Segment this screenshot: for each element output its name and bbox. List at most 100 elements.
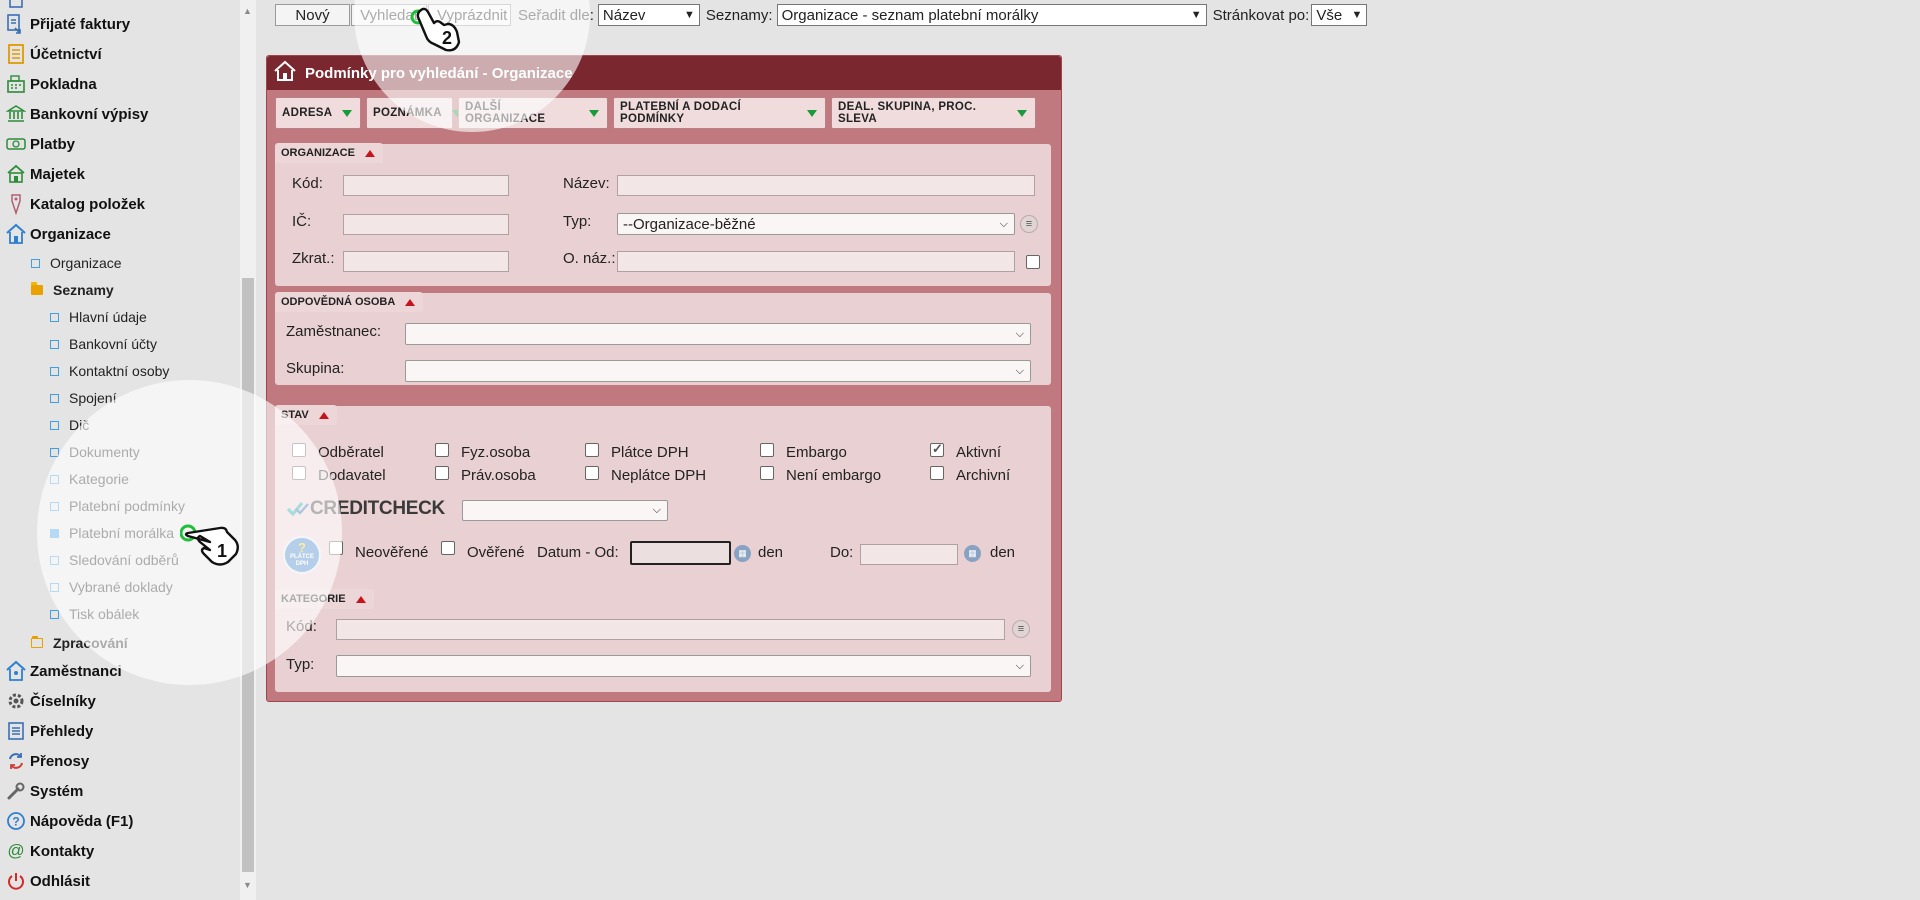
list-menu-icon[interactable]: ≡ — [1020, 215, 1038, 233]
odberatel-checkbox[interactable] — [292, 443, 306, 457]
clear-button[interactable]: Vyprázdnit — [428, 4, 511, 26]
sidebar-item-label: Platby — [30, 135, 76, 153]
calendar-icon[interactable]: ▦ — [964, 545, 981, 562]
o-naz-input[interactable] — [617, 251, 1015, 272]
sidebar-subitem-zpracovani[interactable]: Zpracování — [31, 631, 128, 655]
sidebar-scrollbar[interactable]: ▲ ▼ — [240, 0, 256, 900]
sidebar-subitem-platebni-moralka[interactable]: Platební morálka — [50, 521, 174, 545]
kategorie-typ-select[interactable]: ⌵ — [336, 655, 1031, 677]
typ-select[interactable]: --Organizace-běžné ⌵ — [617, 213, 1015, 235]
chevron-down-icon: ⌵ — [652, 504, 661, 516]
datum-do-input[interactable] — [860, 544, 958, 565]
sidebar-subitem-tisk-obalek[interactable]: Tisk obálek — [50, 602, 139, 626]
aktivni-checkbox[interactable] — [930, 441, 944, 457]
sidebar-subitem-kategorie[interactable]: Kategorie — [50, 467, 129, 491]
sidebar-subitem-seznamy[interactable]: Seznamy — [31, 278, 114, 302]
embargo-checkbox[interactable] — [760, 443, 774, 457]
sidebar-item-label: Sledování odběrů — [69, 552, 179, 568]
neplatce-dph-checkbox[interactable] — [585, 466, 599, 480]
sidebar-item-kontakty[interactable]: @ Kontakty — [0, 839, 94, 863]
sort-select[interactable]: Název ▼ — [597, 4, 700, 26]
section-title[interactable]: KATEGORIE — [275, 589, 374, 609]
section-title[interactable]: ODPOVĚDNÁ OSOBA — [275, 292, 424, 312]
section-title[interactable]: ORGANIZACE — [275, 143, 383, 163]
sidebar-item-prehledy[interactable]: Přehledy — [0, 719, 93, 743]
tab-poznamka[interactable]: POZNÁMKA — [366, 97, 462, 129]
sidebar-item-label: Nápověda (F1) — [30, 812, 134, 830]
sidebar-item-ciselniky[interactable]: Číselníky — [0, 689, 96, 713]
sidebar-subitem-vybrane-doklady[interactable]: Vybrané doklady — [50, 575, 173, 599]
sidebar-subitem-hlavni-udaje[interactable]: Hlavní údaje — [50, 305, 147, 329]
neni-embargo-checkbox[interactable] — [760, 466, 774, 480]
nazev-input[interactable] — [617, 175, 1035, 196]
sidebar-item-prijate-faktury[interactable]: Přijaté faktury — [0, 12, 130, 36]
section-title-text: ORGANIZACE — [281, 147, 355, 159]
ic-input[interactable] — [343, 214, 509, 235]
overene-checkbox[interactable] — [441, 541, 455, 555]
sidebar-subitem-bankovni-ucty[interactable]: Bankovní účty — [50, 332, 157, 356]
o-naz-checkbox[interactable] — [1026, 255, 1040, 269]
tab-dalsi-organizace[interactable]: DALŠÍ ORGANIZACE — [458, 97, 608, 129]
zamestnanec-label: Zaměstnanec: — [286, 323, 382, 340]
sidebar-item-label: Seznamy — [53, 282, 114, 298]
tab-label: DEAL. SKUPINA, PROC. SLEVA — [838, 101, 977, 125]
checkbox-label: Není embargo — [786, 467, 882, 484]
sidebar-item-zamestnanci[interactable]: Zaměstnanci — [0, 659, 122, 683]
calendar-icon[interactable]: ▦ — [734, 545, 751, 562]
scroll-down-arrow-icon[interactable]: ▼ — [243, 880, 252, 890]
sidebar-subitem-kontaktni-osoby[interactable]: Kontaktní osoby — [50, 359, 169, 383]
zkrat-input[interactable] — [343, 251, 509, 272]
sidebar-item-bankovni-vypisy[interactable]: Bankovní výpisy — [0, 102, 148, 126]
tab-adresa[interactable]: ADRESA — [275, 97, 361, 129]
paging-select[interactable]: Vše ▼ — [1311, 4, 1368, 26]
sidebar-subitem-dic[interactable]: Dič — [50, 413, 89, 437]
sidebar-item-odhlasit[interactable]: Odhlásit — [0, 869, 90, 893]
tab-platebni-a-dodaci[interactable]: PLATEBNÍ A DODACÍ PODMÍNKY — [613, 97, 826, 129]
sidebar-item-label: Organizace — [50, 255, 122, 271]
ic-label: IČ: — [292, 213, 312, 230]
prav-osoba-checkbox[interactable] — [435, 466, 449, 480]
section-kategorie: KATEGORIE Kód: ≡ Typ: ⌵ — [275, 588, 1051, 692]
home-icon[interactable] — [273, 60, 297, 86]
sidebar-item-napoveda[interactable]: ? Nápověda (F1) — [0, 809, 133, 833]
kod-input[interactable] — [343, 175, 509, 196]
dodavatel-checkbox[interactable] — [292, 466, 306, 480]
fyz-osoba-checkbox[interactable] — [435, 443, 449, 457]
square-bullet-icon — [50, 555, 59, 565]
sidebar-item-majetek[interactable]: Majetek — [0, 162, 85, 186]
sidebar-subitem-organizace[interactable]: Organizace — [31, 251, 122, 275]
sidebar-item-ucetnictvi[interactable]: Účetnictví — [0, 42, 102, 66]
sidebar-subitem-sledovani-odberu[interactable]: Sledování odběrů — [50, 548, 179, 572]
kategorie-kod-input[interactable] — [336, 619, 1005, 640]
sidebar-item-pokladna[interactable]: Pokladna — [0, 72, 97, 96]
sidebar-subitem-platebni-podminky[interactable]: Platební podmínky — [50, 494, 185, 518]
scroll-up-arrow-icon[interactable]: ▲ — [243, 6, 252, 16]
skupina-select[interactable]: ⌵ — [405, 360, 1031, 382]
house-icon — [5, 223, 27, 245]
scrollbar-thumb[interactable] — [242, 278, 254, 872]
sidebar-item-label: Majetek — [30, 165, 86, 183]
paging-select-value: Vše — [1316, 6, 1343, 24]
creditcheck-select[interactable]: ⌵ — [462, 500, 668, 521]
datum-od-input[interactable] — [630, 541, 731, 565]
new-button[interactable]: Nový — [275, 4, 350, 26]
sidebar-item-katalog-polozek[interactable]: Katalog položek — [0, 192, 145, 216]
search-button[interactable]: Vyhledat — [351, 4, 427, 26]
expand-arrow-icon — [1017, 109, 1027, 117]
sidebar-item-prenosy[interactable]: Přenosy — [0, 749, 89, 773]
section-title[interactable]: STAV — [275, 405, 337, 425]
sidebar-subitem-spojeni[interactable]: Spojení — [50, 386, 116, 410]
search-conditions-panel: Podmínky pro vyhledání - Organizace ADRE… — [266, 55, 1062, 702]
platce-dph-checkbox[interactable] — [585, 443, 599, 457]
lists-select[interactable]: Organizace - seznam platební morálky ▼ — [776, 4, 1207, 26]
sidebar-item-platby[interactable]: Platby — [0, 132, 75, 156]
sidebar-item-system[interactable]: Systém — [0, 779, 83, 803]
sidebar-item-organizace[interactable]: Organizace — [0, 222, 111, 246]
archivni-checkbox[interactable] — [930, 466, 944, 480]
neoverene-checkbox[interactable] — [329, 541, 343, 555]
tab-deal-skupina[interactable]: DEAL. SKUPINA, PROC. SLEVA — [831, 97, 1036, 129]
sidebar-subitem-dokumenty[interactable]: Dokumenty — [50, 440, 140, 464]
sidebar-item-cut-off[interactable] — [0, 0, 30, 11]
zamestnanec-select[interactable]: ⌵ — [405, 323, 1031, 345]
list-menu-icon[interactable]: ≡ — [1012, 620, 1030, 638]
